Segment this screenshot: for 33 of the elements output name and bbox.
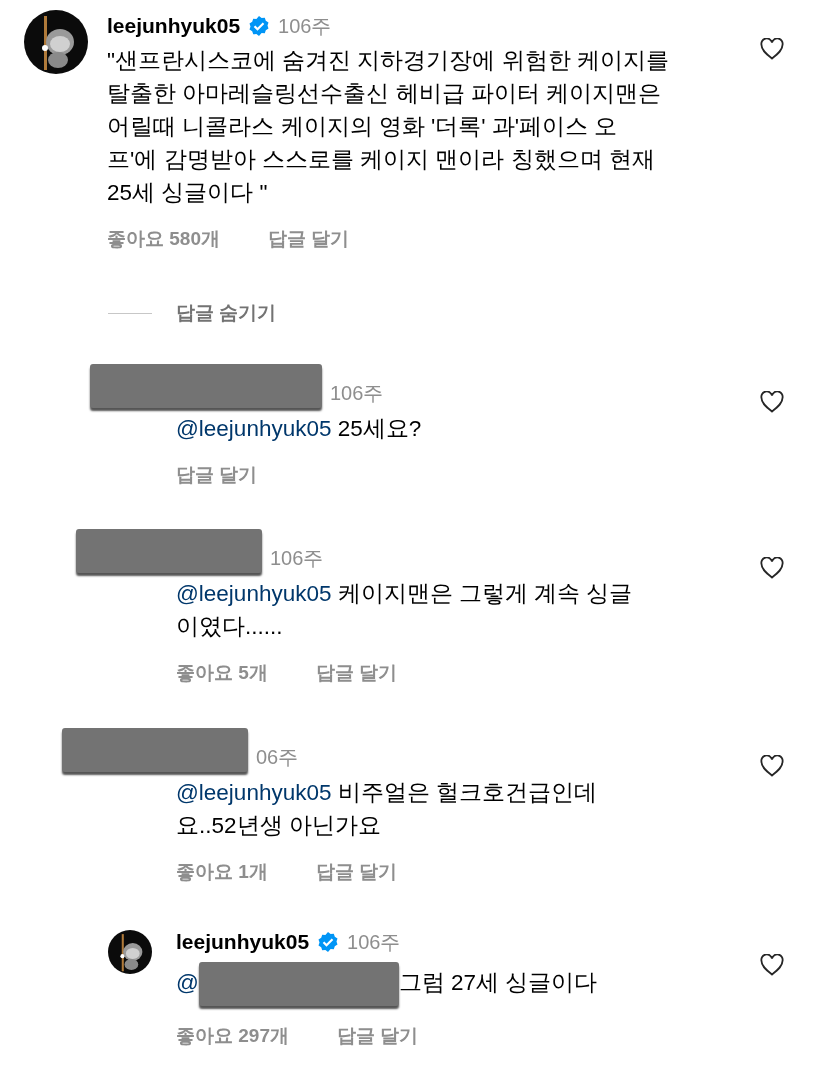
username[interactable]: leejunhyuk05 — [107, 10, 241, 42]
like-count[interactable]: 좋아요 297개 — [176, 1021, 289, 1050]
comment-text: @ 그럼 27세 싱글이다 — [176, 961, 748, 1006]
mention-link[interactable]: @leejunhyuk05 — [176, 779, 332, 805]
like-count[interactable]: 좋아요 5개 — [176, 659, 268, 688]
like-heart-icon[interactable] — [760, 755, 784, 778]
reply-link[interactable]: 답글 달기 — [337, 1021, 419, 1050]
comment-text: @leejunhyuk05 비주얼은 헐크호건급인데 요..52년생 아닌가요 — [176, 778, 598, 840]
reply-link[interactable]: 답글 달기 — [176, 460, 258, 489]
timestamp: 106주 — [330, 380, 384, 406]
mention-link[interactable]: @leejunhyuk05 — [176, 581, 332, 606]
like-heart-icon[interactable] — [760, 37, 784, 60]
like-count[interactable]: 좋아요 580개 — [107, 224, 220, 253]
comment-text: "샌프란시스코에 숨겨진 지하경기장에 위험한 케이지를 탈출한 아마레슬링선수출신 헤비급 파이터 케이지맨은 어릴때 니콜라스 케이지의 영화 '더록' 과'페이스 오 프'에 감명받아 스스로를 케이지 맨이라 칭했으며 현재 25세 싱글이다 " — [107, 46, 670, 207]
mention-link[interactable]: @leejunhyuk05 — [176, 415, 332, 441]
like-heart-icon[interactable] — [760, 556, 784, 579]
timestamp: 106주 — [278, 13, 332, 39]
like-count[interactable]: 좋아요 1개 — [176, 857, 268, 886]
mention-link[interactable]: @ — [176, 969, 199, 995]
avatar — [24, 10, 88, 74]
username[interactable]: leejunhyuk05 — [176, 926, 310, 958]
reply-link[interactable]: 답글 달기 — [315, 857, 398, 886]
comment-text: @leejunhyuk05 케이지맨은 그렇게 계속 싱글 이였다...... — [176, 580, 634, 641]
comment-text: @leejunhyuk05 25세요? — [176, 414, 423, 443]
timestamp: 106주 — [347, 929, 401, 955]
hide-replies-link[interactable]: 답글 숨기기 — [176, 299, 277, 328]
reply-link[interactable]: 답글 달기 — [268, 224, 350, 253]
timestamp: 106주 — [270, 546, 324, 571]
like-heart-icon[interactable] — [760, 391, 784, 414]
reply-link[interactable]: 답글 달기 — [315, 659, 398, 688]
timestamp: 06주 — [256, 744, 299, 770]
like-heart-icon[interactable] — [760, 953, 784, 976]
avatar — [108, 930, 152, 974]
